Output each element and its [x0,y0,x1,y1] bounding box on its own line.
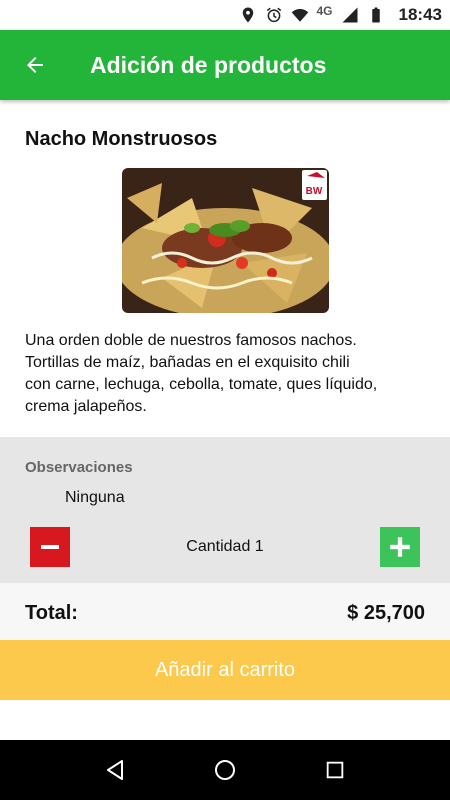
nav-back-button[interactable] [95,750,135,790]
options-panel: Observaciones Ninguna Cantidad 1 [0,437,450,583]
status-bar: 4G 18:43 [0,0,450,30]
add-to-cart-button[interactable]: Añadir al carrito [0,640,450,700]
signal-icon [342,7,358,23]
observations-label: Observaciones [25,459,133,476]
nav-recents-button[interactable] [315,750,355,790]
total-value: $ 25,700 [347,602,425,624]
triangle-back-icon [107,760,123,780]
clock: 18:43 [398,5,442,24]
system-navigation-bar [0,740,450,800]
nav-home-button[interactable] [205,750,245,790]
square-recents-icon [326,761,344,779]
brand-logo-text: BW [306,186,323,197]
product-image: BW [122,168,329,313]
arrow-left-icon [27,57,43,73]
total-label: Total: [25,602,78,624]
observations-value[interactable]: Ninguna [65,489,125,507]
plus-icon [390,537,410,557]
app-bar: Adición de productos [0,30,450,100]
product-description: Una orden doble de nuestros famosos nach… [25,332,378,415]
network-type: 4G [316,4,333,18]
page-title: Adición de productos [90,51,327,78]
circle-home-icon [215,760,235,780]
total-row: Total: $ 25,700 [0,583,450,640]
location-icon [242,7,253,23]
increase-quantity-button[interactable] [380,527,420,567]
back-button[interactable] [0,30,70,100]
alarm-icon [266,7,281,23]
wifi-icon [291,9,308,22]
product-name: Nacho Monstruosos [25,128,218,150]
battery-icon [371,7,380,23]
